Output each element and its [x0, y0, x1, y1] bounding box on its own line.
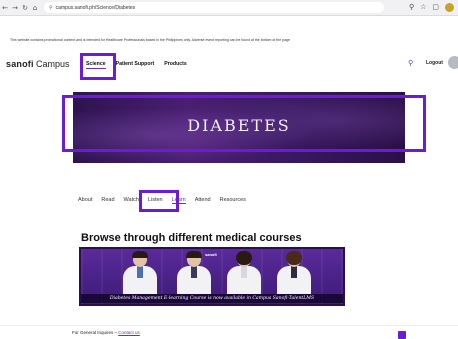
browser-toolbar: ← → ↻ ⌂ ⚲ campus.sanofi.ph/Science/Diabe… [0, 0, 458, 16]
contact-us-link[interactable]: Contact us [118, 330, 140, 335]
course-banner[interactable]: sanofi Diabetes Management E-learning Co… [79, 247, 345, 306]
campus-label[interactable]: Campus [36, 59, 70, 69]
extensions-icon[interactable]: ▢ [432, 3, 439, 12]
nav-item-products[interactable]: Products [164, 61, 186, 69]
bookmark-star-icon[interactable]: ☆ [420, 3, 426, 12]
highlight-box-science [80, 53, 116, 80]
tab-about[interactable]: About [78, 197, 92, 204]
url-text: campus.sanofi.ph/Science/Diabetes [55, 4, 136, 11]
tab-read[interactable]: Read [101, 197, 114, 204]
home-icon[interactable]: ⌂ [30, 4, 40, 12]
tab-watch[interactable]: Watch [124, 197, 139, 204]
site-info-icon[interactable]: ⚲ [49, 5, 53, 11]
chat-button[interactable] [398, 331, 406, 339]
sanofi-logo[interactable]: sanofi [6, 59, 34, 69]
logout-link[interactable]: Logout [426, 60, 443, 66]
browser-actions: ⚲ ☆ ▢ [409, 3, 454, 12]
reload-icon[interactable]: ↻ [20, 4, 30, 12]
search-icon[interactable]: ⚲ [408, 59, 413, 67]
zoom-icon[interactable]: ⚲ [409, 3, 414, 12]
highlight-box-learn [139, 190, 179, 212]
nav-item-patient-support[interactable]: Patient Support [116, 61, 155, 69]
doctor-image [177, 251, 211, 294]
forward-arrow-icon[interactable]: → [10, 4, 20, 12]
footer-text: For General Inquires – Contact us [72, 330, 140, 335]
address-bar[interactable]: ⚲ campus.sanofi.ph/Science/Diabetes [44, 2, 384, 13]
browser-profile-icon[interactable] [445, 3, 454, 12]
doctor-image [227, 251, 261, 294]
tab-resources[interactable]: Resources [220, 197, 246, 204]
back-arrow-icon[interactable]: ← [0, 4, 10, 12]
avatar[interactable] [448, 56, 458, 69]
section-heading: Browse through different medical courses [81, 232, 302, 244]
doctor-image [123, 251, 157, 294]
doctor-image [277, 251, 311, 294]
footer-label: For General Inquires – [72, 330, 119, 335]
highlight-box-hero [62, 95, 426, 152]
footer: For General Inquires – Contact us [0, 325, 458, 337]
disclaimer-text: This website contains promotional conten… [10, 38, 290, 42]
tab-attend[interactable]: Attend [195, 197, 211, 204]
banner-caption: Diabetes Management E-learning Course is… [81, 294, 343, 303]
